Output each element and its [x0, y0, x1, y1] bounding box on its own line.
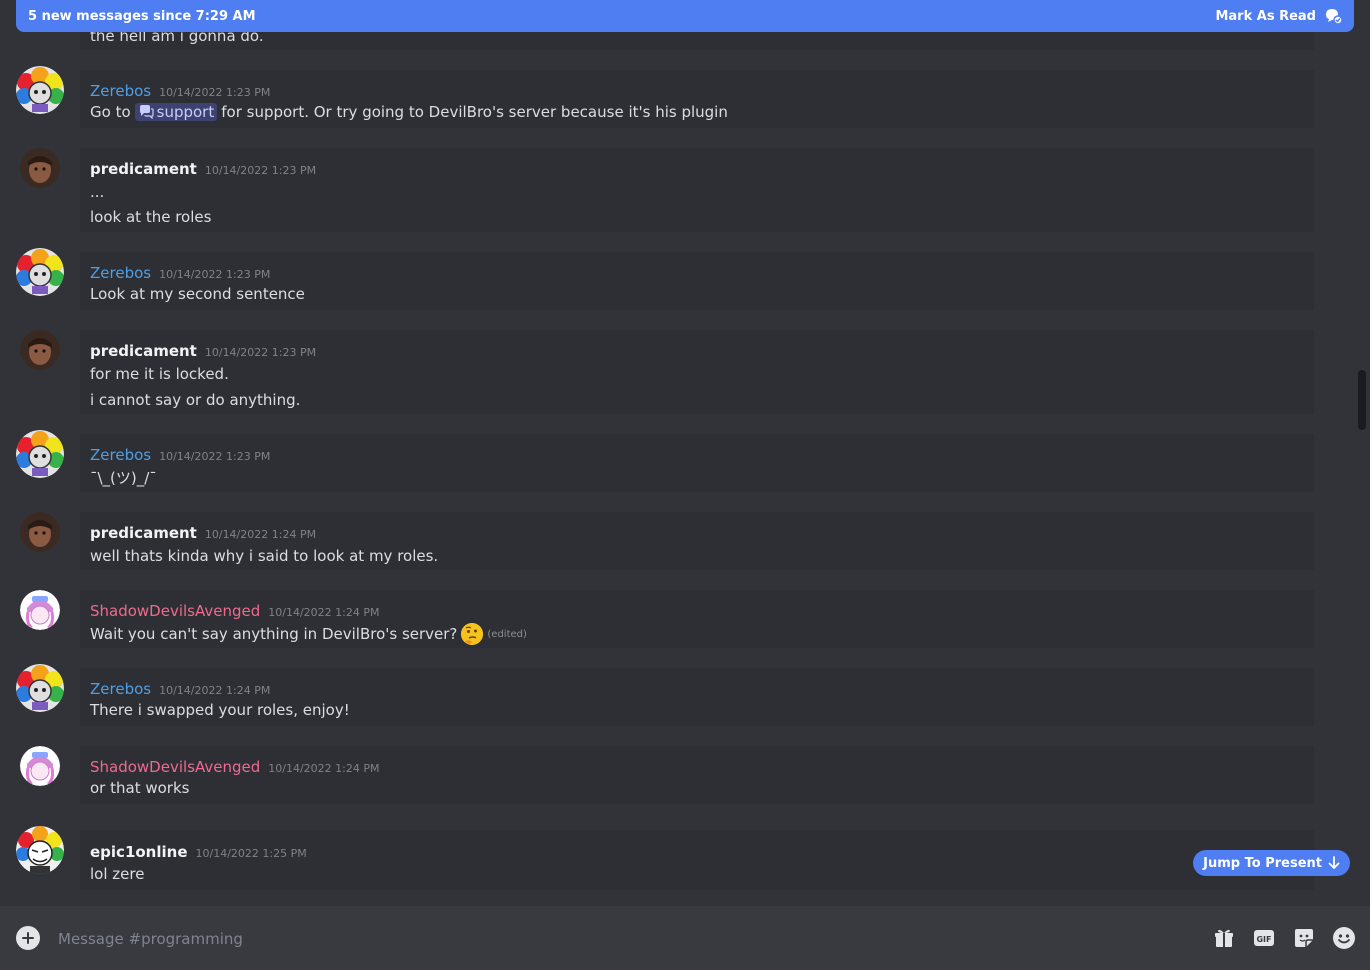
- author-name[interactable]: Zerebos: [90, 264, 151, 282]
- timestamp: 10/14/2022 1:23 PM: [159, 450, 271, 463]
- emoji-button[interactable]: [1332, 926, 1356, 950]
- chat-app: the hell am i gonna do. Zerebos 10/14/20…: [0, 0, 1370, 970]
- avatar[interactable]: [20, 590, 60, 630]
- avatar[interactable]: [16, 430, 64, 478]
- add-attachment-button[interactable]: [16, 926, 40, 950]
- timestamp: 10/14/2022 1:25 PM: [195, 847, 307, 860]
- mark-as-read-label: Mark As Read: [1215, 8, 1316, 24]
- avatar[interactable]: [20, 746, 60, 786]
- author-name[interactable]: ShadowDevilsAvenged: [90, 602, 260, 620]
- message-text: ...: [90, 183, 105, 201]
- svg-text:GIF: GIF: [1256, 935, 1271, 944]
- emoji-icon: [1333, 927, 1355, 949]
- composer-area: GIF: [0, 906, 1370, 970]
- author-name[interactable]: predicament: [90, 342, 197, 360]
- scrollbar-thumb[interactable]: [1358, 370, 1366, 430]
- author-name[interactable]: ShadowDevilsAvenged: [90, 758, 260, 776]
- avatar[interactable]: [20, 148, 60, 188]
- avatar[interactable]: [16, 66, 64, 114]
- avatar[interactable]: [16, 826, 64, 874]
- message-text-part: Wait you can't say anything in DevilBro'…: [90, 625, 458, 643]
- composer: GIF: [0, 906, 1370, 970]
- message-text: ¯\_(ツ)_/¯: [90, 469, 157, 487]
- avatar[interactable]: [16, 664, 64, 712]
- message-text: Wait you can't say anything in DevilBro'…: [90, 623, 527, 645]
- timestamp: 10/14/2022 1:24 PM: [268, 762, 380, 775]
- message-text: or that works: [90, 779, 190, 797]
- mark-read-icon: [1326, 9, 1342, 24]
- thinking-emoji-icon[interactable]: [461, 623, 484, 645]
- gift-button[interactable]: [1212, 926, 1236, 950]
- timestamp: 10/14/2022 1:23 PM: [204, 346, 317, 359]
- timestamp: 10/14/2022 1:24 PM: [268, 606, 380, 619]
- message-text: i cannot say or do anything.: [90, 391, 301, 409]
- edited-label: (edited): [487, 628, 527, 640]
- message-text: look at the roles: [90, 208, 212, 226]
- sticker-icon: [1295, 929, 1313, 947]
- forum-icon: [139, 105, 154, 119]
- author-name[interactable]: predicament: [90, 524, 197, 542]
- message-text: for me it is locked.: [90, 365, 229, 383]
- jump-to-present-label: Jump To Present: [1203, 855, 1322, 871]
- author-name[interactable]: Zerebos: [90, 446, 151, 464]
- channel-name: support: [156, 103, 215, 121]
- message-text: Go to support for support. Or try going …: [90, 103, 728, 121]
- channel-mention[interactable]: support: [134, 103, 218, 121]
- author-name[interactable]: epic1online: [90, 843, 188, 861]
- avatar[interactable]: [16, 248, 64, 296]
- plus-icon: [22, 932, 34, 944]
- new-messages-text: 5 new messages since 7:29 AM: [28, 8, 256, 24]
- message-text: well thats kinda why i said to look at m…: [90, 547, 439, 565]
- gift-icon: [1215, 929, 1233, 947]
- avatar[interactable]: [20, 330, 60, 370]
- arrow-down-icon: [1328, 856, 1340, 869]
- new-messages-bar[interactable]: 5 new messages since 7:29 AM Mark As Rea…: [16, 0, 1354, 32]
- jump-to-present-button[interactable]: Jump To Present: [1193, 850, 1350, 876]
- message-text: lol zere: [90, 865, 145, 883]
- message-list[interactable]: the hell am i gonna do. Zerebos 10/14/20…: [0, 0, 1370, 906]
- timestamp: 10/14/2022 1:24 PM: [159, 684, 271, 697]
- message-text-part: Go to: [90, 103, 131, 121]
- gif-icon: GIF: [1254, 930, 1274, 946]
- message-text: Look at my second sentence: [90, 285, 305, 303]
- timestamp: 10/14/2022 1:23 PM: [159, 86, 271, 99]
- sticker-button[interactable]: [1292, 926, 1316, 950]
- mark-as-read-button[interactable]: Mark As Read: [1215, 8, 1342, 24]
- timestamp: 10/14/2022 1:23 PM: [204, 164, 317, 177]
- timestamp: 10/14/2022 1:24 PM: [204, 528, 317, 541]
- message-input[interactable]: [56, 924, 1190, 954]
- message-text-part: for support. Or try going to DevilBro's …: [221, 103, 728, 121]
- message-text: There i swapped your roles, enjoy!: [90, 701, 350, 719]
- author-name[interactable]: Zerebos: [90, 680, 151, 698]
- author-name[interactable]: Zerebos: [90, 82, 151, 100]
- gif-button[interactable]: GIF: [1252, 926, 1276, 950]
- timestamp: 10/14/2022 1:23 PM: [159, 268, 271, 281]
- avatar[interactable]: [20, 512, 60, 552]
- author-name[interactable]: predicament: [90, 160, 197, 178]
